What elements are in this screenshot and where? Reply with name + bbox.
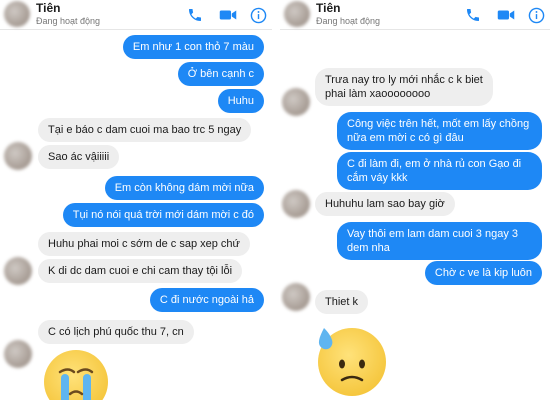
message-outgoing[interactable]: Ở bên cạnh c bbox=[177, 62, 264, 86]
contact-name[interactable]: Tiên bbox=[36, 1, 60, 15]
message-outgoing[interactable]: Vay thôi em lam dam cuoi 3 ngay 3 dem nh… bbox=[337, 222, 542, 260]
sweat-emoji-icon bbox=[318, 328, 386, 396]
chat-panel-right: Tiên Đang hoạt động Trưa nay tro ly mới … bbox=[280, 0, 550, 400]
panel-divider bbox=[272, 0, 280, 400]
message-outgoing[interactable]: Em như 1 con thỏ 7 màu bbox=[122, 35, 264, 59]
chat-panel-left: Tiên Đang hoạt động Em như 1 con thỏ 7 m… bbox=[0, 0, 272, 400]
message-incoming[interactable]: Huhuhu lam sao bay giờ bbox=[315, 192, 455, 216]
crying-emoji-icon bbox=[44, 350, 108, 400]
message-incoming[interactable]: Thiet k bbox=[315, 290, 369, 314]
message-outgoing[interactable]: Huhu bbox=[217, 89, 264, 113]
phone-icon[interactable] bbox=[463, 5, 483, 25]
message-outgoing[interactable]: Công việc trên hết, mốt em lấy chồng nữa… bbox=[337, 112, 542, 150]
message-incoming[interactable]: Huhu phai moi c sớm de c sap xep chứ bbox=[38, 232, 250, 256]
contact-avatar bbox=[282, 283, 310, 311]
contact-avatar bbox=[282, 190, 310, 218]
phone-icon[interactable] bbox=[185, 5, 205, 25]
message-outgoing[interactable]: C đi làm đi, em ở nhà rủ con Gạo đi cắm … bbox=[337, 152, 542, 190]
info-icon[interactable] bbox=[248, 5, 268, 25]
info-icon[interactable] bbox=[526, 5, 546, 25]
contact-avatar[interactable] bbox=[284, 1, 310, 27]
message-outgoing[interactable]: Chờ c ve là kip luôn bbox=[424, 261, 542, 285]
message-incoming[interactable]: Sao ác vậiiiii bbox=[38, 145, 120, 169]
message-outgoing[interactable]: Tụi nó nói quá trời mới dám mời c đó bbox=[62, 203, 264, 227]
video-icon[interactable] bbox=[218, 5, 238, 25]
message-incoming[interactable]: Tại e báo c dam cuoi ma bao trc 5 ngay bbox=[38, 118, 252, 142]
message-outgoing[interactable]: C đi nước ngoài hả bbox=[149, 288, 264, 312]
message-outgoing[interactable]: Em còn không dám mời nữa bbox=[104, 176, 264, 200]
message-incoming[interactable]: Trưa nay tro ly mới nhắc c k biet phai l… bbox=[315, 68, 493, 106]
active-status: Đang hoạt động bbox=[36, 16, 101, 26]
contact-name[interactable]: Tiên bbox=[316, 1, 340, 15]
contact-avatar bbox=[4, 142, 32, 170]
message-incoming[interactable]: C có lịch phú quốc thu 7, cn bbox=[38, 320, 194, 344]
chat-header: Tiên Đang hoạt động bbox=[0, 0, 272, 30]
video-icon[interactable] bbox=[496, 5, 516, 25]
active-status: Đang hoạt động bbox=[316, 16, 381, 26]
contact-avatar bbox=[282, 88, 310, 116]
contact-avatar bbox=[4, 340, 32, 368]
chat-header: Tiên Đang hoạt động bbox=[280, 0, 550, 30]
contact-avatar[interactable] bbox=[4, 1, 30, 27]
message-incoming[interactable]: K di dc dam cuoi e chi cam thay tội lỗi bbox=[38, 259, 243, 283]
contact-avatar bbox=[4, 257, 32, 285]
